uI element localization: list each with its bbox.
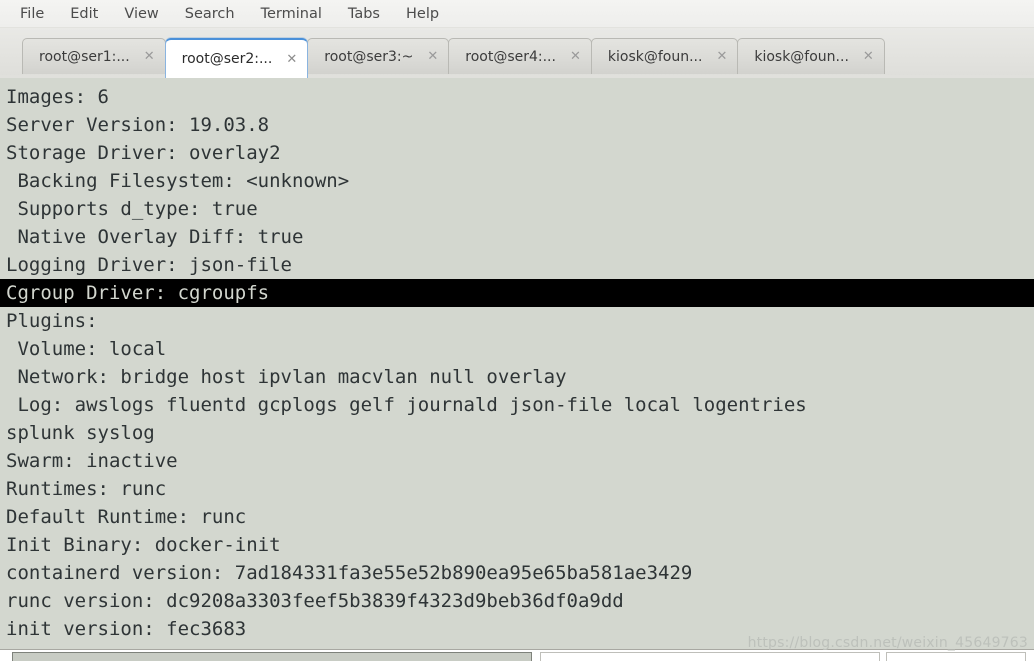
menu-item-tabs[interactable]: Tabs [348,4,392,24]
terminal-line: Storage Driver: overlay2 [6,142,281,164]
terminal-line: Logging Driver: json-file [6,254,292,276]
watermark: https://blog.csdn.net/weixin_45649763 [747,635,1028,651]
terminal-line: splunk syslog [6,422,155,444]
panel-task-button-3[interactable] [886,652,1026,661]
tab-label: root@ser1:... [39,48,130,65]
tab-root-ser4[interactable]: root@ser4:... ✕ [448,38,592,74]
close-icon[interactable]: ✕ [427,50,438,63]
menu-item-help[interactable]: Help [406,4,451,24]
terminal-line: Images: 6 [6,86,109,108]
close-icon[interactable]: ✕ [570,50,581,63]
close-icon[interactable]: ✕ [286,53,297,66]
panel-task-button-1[interactable] [12,652,532,661]
terminal-lines: Images: 6 Server Version: 19.03.8 Storag… [0,83,1034,643]
menu-bar: File Edit View Search Terminal Tabs Help [0,0,1034,28]
terminal-line: runc version: dc9208a3303feef5b3839f4323… [6,590,624,612]
close-icon[interactable]: ✕ [144,50,155,63]
terminal-line: Backing Filesystem: <unknown> [6,170,350,192]
tab-label: root@ser4:... [465,48,556,65]
tab-bar: root@ser1:... ✕ root@ser2:... ✕ root@ser… [0,28,1034,78]
menu-item-file[interactable]: File [20,4,56,24]
terminal-line: Network: bridge host ipvlan macvlan null… [6,366,567,388]
terminal-output-area[interactable]: Images: 6 Server Version: 19.03.8 Storag… [0,78,1034,649]
terminal-line: Plugins: [6,310,98,332]
terminal-line: Supports d_type: true [6,198,258,220]
tab-root-ser3[interactable]: root@ser3:~ ✕ [307,38,450,74]
close-icon[interactable]: ✕ [863,50,874,63]
tab-kiosk-foun-2[interactable]: kiosk@foun... ✕ [737,38,885,74]
tab-label: kiosk@foun... [754,48,849,65]
terminal-line-selected: Cgroup Driver: cgroupfs [0,279,1034,307]
tab-kiosk-foun-1[interactable]: kiosk@foun... ✕ [590,38,739,74]
close-icon[interactable]: ✕ [716,50,727,63]
terminal-line: Native Overlay Diff: true [6,226,304,248]
terminal-window: File Edit View Search Terminal Tabs Help… [0,0,1034,661]
menu-item-search[interactable]: Search [185,4,247,24]
terminal-line: Default Runtime: runc [6,506,247,528]
tab-label: kiosk@foun... [607,48,703,65]
menu-item-view[interactable]: View [124,4,170,24]
terminal-line: Server Version: 19.03.8 [6,114,270,136]
panel-task-button-2[interactable] [540,652,880,661]
terminal-line: Volume: local [6,338,167,360]
tab-root-ser2[interactable]: root@ser2:... ✕ [164,38,309,78]
terminal-line: containerd version: 7ad184331fa3e55e52b8… [6,562,693,584]
menu-item-terminal[interactable]: Terminal [261,4,334,24]
terminal-line: Runtimes: runc [6,478,167,500]
tab-label: root@ser2:... [181,51,273,67]
menu-item-edit[interactable]: Edit [70,4,110,24]
terminal-line: Swarm: inactive [6,450,178,472]
terminal-line: Log: awslogs fluentd gcplogs gelf journa… [6,394,807,416]
tab-label: root@ser3:~ [324,48,414,65]
terminal-line: Init Binary: docker-init [6,534,281,556]
tab-root-ser1[interactable]: root@ser1:... ✕ [22,38,166,74]
